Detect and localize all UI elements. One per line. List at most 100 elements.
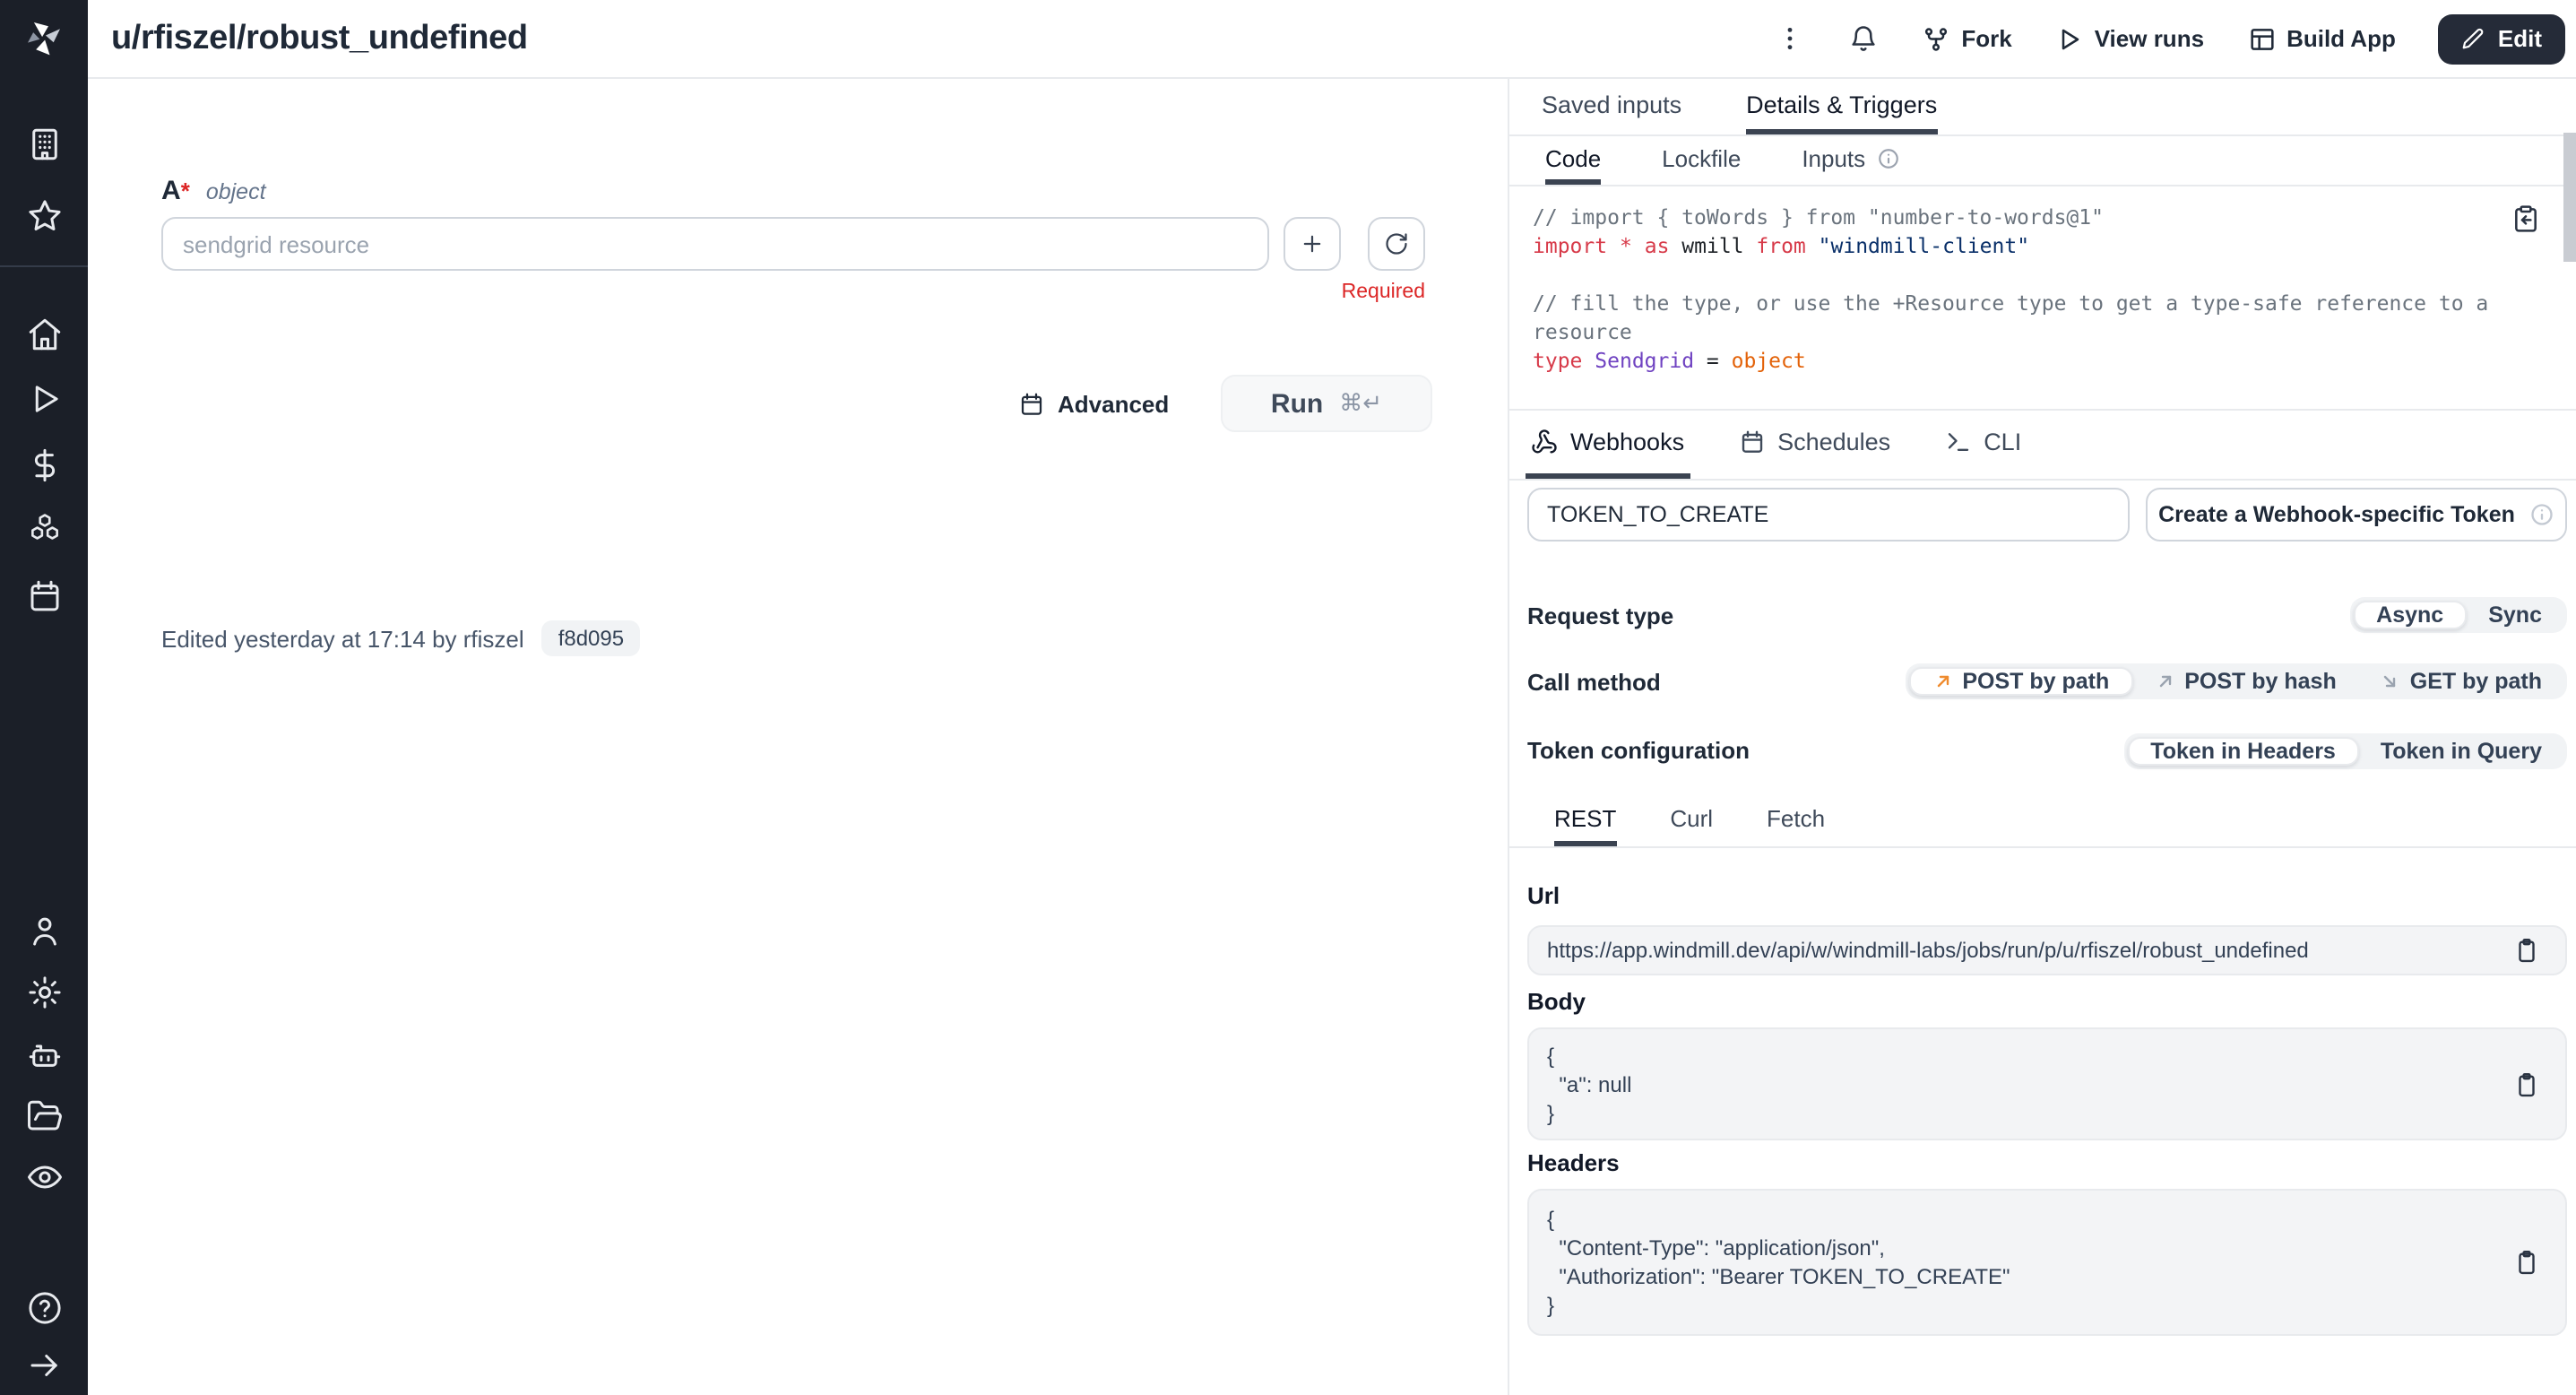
call-method-post-by-hash[interactable]: POST by hash [2132, 667, 2358, 696]
request-type-label: Request type [1527, 602, 1673, 628]
app-window: u/rfiszel/robust_undefined Fork [0, 0, 2576, 1395]
token-in-query[interactable]: Token in Query [2359, 736, 2563, 765]
copy-headers-icon[interactable] [2513, 1247, 2540, 1278]
required-asterisk: * [181, 178, 190, 204]
panel-tabs: Saved inputs Details & Triggers [1509, 79, 2576, 136]
run-button[interactable]: Run ⌘↵ [1221, 375, 1432, 432]
edit-button[interactable]: Edit [2439, 13, 2565, 64]
settings-gear-icon[interactable] [25, 974, 63, 1011]
copy-url-icon[interactable] [2513, 935, 2540, 966]
tab-inputs-label: Inputs [1802, 144, 1865, 171]
create-webhook-token-button[interactable]: Create a Webhook-specific Token [2146, 488, 2567, 542]
users-person-icon[interactable] [25, 913, 63, 950]
call-method-label: Call method [1527, 668, 1661, 695]
advanced-button[interactable]: Advanced [1018, 377, 1169, 430]
arrow-down-right-icon [2380, 671, 2401, 692]
token-in-headers[interactable]: Token in Headers [2127, 736, 2359, 765]
code-section: // import { toWords } from "number-to-wo… [1509, 186, 2576, 411]
refresh-icon [1384, 231, 1409, 256]
favorites-star-icon[interactable] [25, 197, 63, 235]
code-line: // import { toWords } from "number-to-wo… [1533, 203, 2504, 231]
call-method-get-by-path[interactable]: GET by path [2358, 667, 2563, 696]
terminal-icon [1944, 429, 1971, 455]
tab-cli[interactable]: CLI [1939, 411, 2027, 479]
request-type-sync[interactable]: Sync [2467, 601, 2563, 629]
workers-robot-icon[interactable] [25, 1036, 63, 1074]
request-type-async[interactable]: Async [2353, 601, 2467, 629]
expand-arrow-icon[interactable] [25, 1347, 63, 1384]
code-line: import * as wmill from "windmill-client" [1533, 231, 2504, 260]
tab-schedules[interactable]: Schedules [1733, 411, 1896, 479]
call-method-post-by-path[interactable]: POST by path [1908, 667, 2132, 696]
run-form: A* object Required Advanced Run ⌘↵ Edite… [88, 79, 1508, 1395]
layout-icon [2247, 24, 2276, 53]
code-token: from [1756, 233, 1805, 258]
code-token: * [1620, 233, 1632, 258]
tab-rest[interactable]: REST [1554, 796, 1616, 846]
snippet-tabs: REST Curl Fetch [1509, 796, 2576, 848]
folders-icon[interactable] [25, 1097, 63, 1135]
code-line [1533, 260, 2504, 289]
call-method-row: Call method POST by path POST by hash GE… [1527, 654, 2567, 708]
view-runs-label: View runs [2095, 25, 2204, 52]
code-token [1582, 348, 1595, 373]
headers-box: { "Content-Type": "application/json", "A… [1527, 1189, 2567, 1336]
token-input[interactable] [1527, 488, 2130, 542]
audit-eye-icon[interactable] [25, 1158, 63, 1196]
info-icon [2529, 502, 2554, 527]
webhook-icon [1531, 429, 1558, 455]
tab-saved-inputs[interactable]: Saved inputs [1542, 79, 1681, 134]
arrow-up-right-icon [2154, 671, 2175, 692]
copy-body-icon[interactable] [2513, 1069, 2540, 1099]
calendar-icon [1018, 390, 1045, 417]
token-row: Create a Webhook-specific Token [1527, 488, 2567, 542]
add-resource-button[interactable] [1284, 217, 1341, 271]
variables-dollar-icon[interactable] [25, 446, 63, 484]
notifications-bell-icon[interactable] [1848, 23, 1879, 54]
tab-lockfile[interactable]: Lockfile [1662, 136, 1741, 185]
workspace-building-icon[interactable] [25, 126, 63, 163]
code-token: as [1645, 233, 1670, 258]
runs-play-icon[interactable] [25, 380, 63, 418]
token-config-row: Token configuration Token in Headers Tok… [1527, 724, 2567, 776]
get-by-path-label: GET by path [2410, 669, 2542, 694]
tab-inputs[interactable]: Inputs [1802, 136, 1899, 185]
tab-details-triggers[interactable]: Details & Triggers [1746, 79, 1937, 134]
tab-fetch[interactable]: Fetch [1767, 796, 1825, 846]
run-shortcut: ⌘↵ [1339, 390, 1382, 417]
token-config-toggle: Token in Headers Token in Query [2123, 732, 2567, 768]
argument-input[interactable] [161, 217, 1269, 271]
token-config-label: Token configuration [1527, 737, 1750, 764]
home-icon[interactable] [25, 316, 63, 353]
fork-button[interactable]: Fork [1922, 24, 2011, 53]
trigger-tabs: Webhooks Schedules CLI [1509, 411, 2576, 481]
url-label: Url [1527, 882, 1560, 909]
schedules-label: Schedules [1777, 429, 1890, 455]
code-block[interactable]: // import { toWords } from "number-to-wo… [1533, 203, 2504, 375]
run-label: Run [1271, 388, 1323, 419]
tab-webhooks[interactable]: Webhooks [1526, 411, 1690, 479]
version-hash-badge[interactable]: f8d095 [542, 620, 640, 656]
resources-cubes-icon[interactable] [25, 511, 63, 549]
code-line: resource [1533, 317, 2504, 346]
tab-code[interactable]: Code [1545, 136, 1601, 185]
help-icon[interactable] [25, 1289, 63, 1327]
body-box: { "a": null} [1527, 1027, 2567, 1140]
body-label: Body [1527, 988, 1586, 1015]
url-value: https://app.windmill.dev/api/w/windmill-… [1547, 936, 2309, 965]
edited-text: Edited yesterday at 17:14 by rfiszel [161, 625, 524, 652]
code-token: type [1533, 348, 1582, 373]
tab-curl[interactable]: Curl [1670, 796, 1713, 846]
page-title: u/rfiszel/robust_undefined [111, 19, 528, 58]
schedules-calendar-icon[interactable] [25, 577, 63, 615]
copy-code-icon[interactable] [2511, 204, 2540, 233]
post-by-hash-label: POST by hash [2184, 669, 2337, 694]
refresh-button[interactable] [1368, 217, 1425, 271]
kebab-menu-icon[interactable] [1775, 23, 1805, 54]
windmill-logo-icon[interactable] [23, 18, 65, 59]
body-json: { "a": null} [1547, 1041, 1631, 1127]
build-app-button[interactable]: Build App [2247, 24, 2396, 53]
code-token: Sendgrid [1595, 348, 1694, 373]
view-runs-button[interactable]: View runs [2055, 24, 2204, 53]
panel-scrollbar[interactable] [2563, 133, 2576, 262]
